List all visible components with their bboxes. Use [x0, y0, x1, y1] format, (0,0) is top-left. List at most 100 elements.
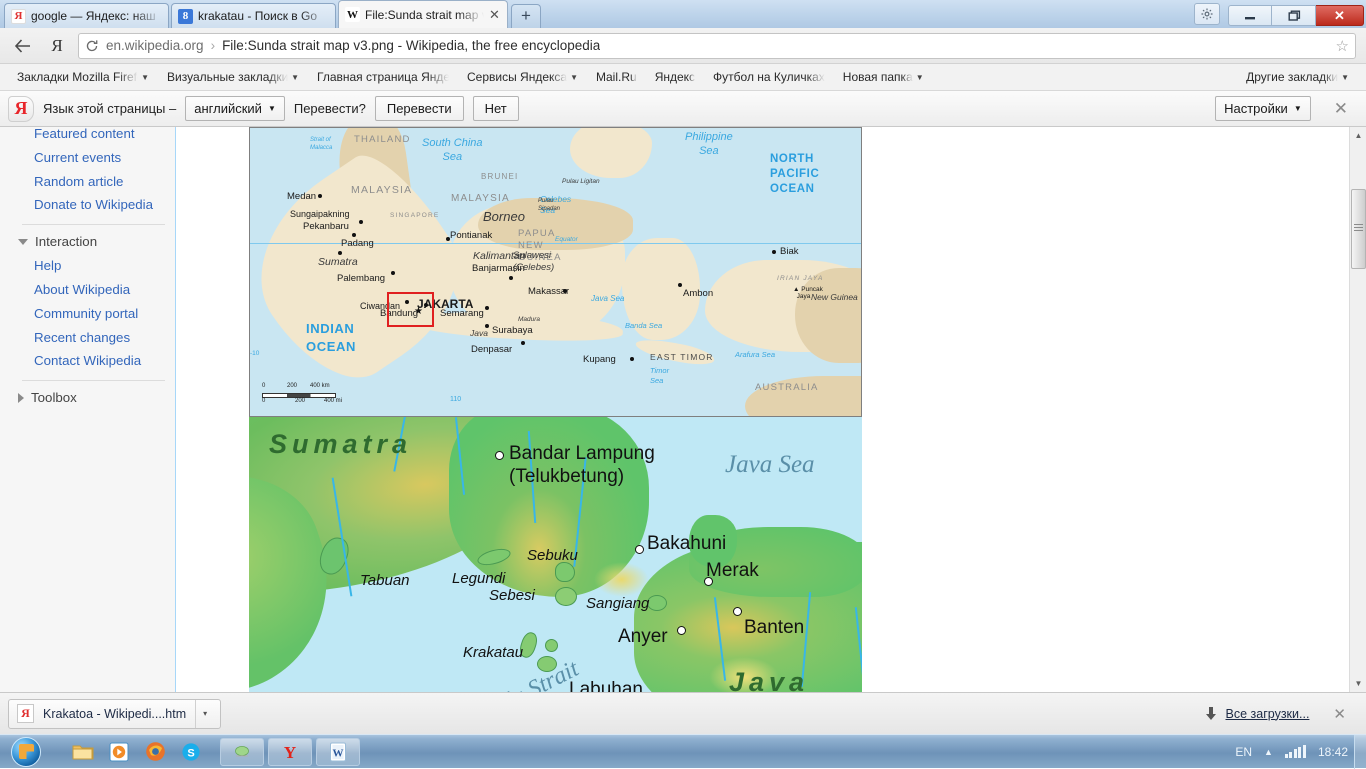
chevron-down-icon: ▼: [570, 72, 578, 82]
city-label-puncak-jaya: ▲ Puncak Jaya: [793, 286, 823, 300]
bookmark-item[interactable]: Главная страница Яндекса: [308, 67, 458, 87]
scale-bar: 0 200 400 km 0 200 400 mi: [262, 383, 343, 404]
vertical-scrollbar[interactable]: ▲ ▼: [1349, 127, 1366, 692]
paint-window-icon[interactable]: [220, 737, 264, 766]
browser-tab-bar: Я google — Яндекс: наш 8 krakatau - Поис…: [0, 0, 1366, 28]
sea-label-arafura-sea: Arafura Sea: [735, 350, 776, 359]
translate-notification-bar: Я Язык этой страницы – английский ▼ Пере…: [0, 91, 1366, 127]
sidebar-divider: [22, 380, 165, 382]
sea-label-south-china-sea: South China Sea: [422, 137, 483, 163]
city-label-merak: Merak: [706, 560, 759, 581]
sidebar-item-contact-wikipedia[interactable]: Contact Wikipedia: [12, 349, 175, 373]
wikipedia-sidebar: Featured content Current events Random a…: [0, 127, 176, 692]
grid-label-10: -10: [250, 350, 260, 357]
explorer-icon[interactable]: [70, 739, 96, 765]
bookmark-label: Mail.Ru: [596, 70, 637, 84]
gear-icon[interactable]: [1194, 3, 1220, 25]
sidebar-item-community-portal[interactable]: Community portal: [12, 302, 175, 326]
svg-text:Y: Y: [284, 743, 296, 762]
download-item-label: Krakatoa - Wikipedi....htm: [43, 706, 187, 721]
chevron-up-icon[interactable]: ▲: [1264, 747, 1273, 757]
close-icon[interactable]: ✕: [489, 8, 501, 21]
bookmark-label: Главная страница Яндекса: [317, 70, 449, 84]
page-title: File:Sunda strait map v3.png - Wikipedia…: [222, 38, 601, 53]
other-bookmarks-button[interactable]: Другие закладки ▼: [1237, 67, 1358, 87]
bookmark-item[interactable]: Яндекс: [646, 67, 704, 87]
city-label-banjarmasin: Banjarmasin: [472, 263, 525, 274]
language-select[interactable]: английский ▼: [185, 96, 285, 121]
city-label-palembang: Palembang: [337, 273, 386, 284]
island-label-tabuan: Tabuan: [360, 572, 410, 589]
city-label-ambon: Ambon: [683, 288, 714, 299]
close-icon[interactable]: ✕: [1317, 705, 1358, 723]
minimize-button[interactable]: [1228, 5, 1272, 26]
scroll-up-arrow[interactable]: ▲: [1350, 127, 1366, 144]
skype-icon[interactable]: S: [178, 739, 204, 765]
sidebar-item-about-wikipedia[interactable]: About Wikipedia: [12, 278, 175, 302]
bookmark-item[interactable]: Mail.Ru: [587, 67, 646, 87]
star-icon[interactable]: ☆: [1336, 37, 1349, 55]
reload-icon[interactable]: [85, 39, 99, 53]
sidebar-item-help[interactable]: Help: [12, 254, 175, 278]
bookmark-item[interactable]: Закладки Mozilla Firefox ▼: [8, 67, 158, 87]
island-label-legundi: Legundi: [452, 570, 506, 587]
sea-label-timor-sea: Timor Sea: [650, 366, 670, 385]
city-dot-padang: [338, 251, 342, 255]
all-downloads-link[interactable]: Все загрузки...: [1204, 706, 1309, 722]
sidebar-divider: [22, 224, 165, 226]
chevron-down-icon: ▼: [141, 72, 149, 82]
bookmark-item[interactable]: Сервисы Яндекса ▼: [458, 67, 587, 87]
svg-text:W: W: [333, 747, 344, 759]
island-label-pulau-ligitan: Pulau Ligitan: [562, 178, 600, 185]
browser-tab-3-active[interactable]: W File:Sunda strait map v ✕: [338, 0, 508, 28]
sidebar-section-toolbox[interactable]: Toolbox: [12, 386, 175, 410]
download-item[interactable]: Я Krakatoa - Wikipedi....htm ▾: [8, 698, 222, 729]
island-label-java: Java: [470, 328, 488, 338]
island-sangiang: [647, 595, 667, 611]
yandex-logo-icon[interactable]: Я: [46, 35, 68, 57]
sidebar-item-donate[interactable]: Donate to Wikipedia: [12, 193, 175, 217]
map-main-sunda-strait: Sumatra Java Java Sea Sunda Strait Banda…: [249, 417, 862, 692]
start-button[interactable]: [2, 736, 50, 768]
city-label-semarang: Semarang: [440, 308, 484, 319]
yandex-browser-window-icon[interactable]: Y: [268, 737, 312, 766]
sidebar-item-featured-content[interactable]: Featured content: [12, 127, 175, 146]
ocean-label-north-pacific: NORTH PACIFIC OCEAN: [770, 153, 820, 195]
back-arrow-icon[interactable]: [10, 33, 36, 59]
word-window-icon[interactable]: W: [316, 737, 360, 766]
sidebar-item-random-article[interactable]: Random article: [12, 170, 175, 194]
close-icon[interactable]: ✕: [1320, 99, 1358, 119]
sidebar-item-recent-changes[interactable]: Recent changes: [12, 326, 175, 350]
close-button[interactable]: ✕: [1316, 5, 1364, 26]
bookmark-item[interactable]: Футбол на Куличках: [704, 67, 834, 87]
taskbar-pinned-icons: S: [70, 739, 204, 765]
translate-button[interactable]: Перевести: [374, 96, 464, 121]
sidebar-item-current-events[interactable]: Current events: [12, 146, 175, 170]
yandex-icon: Я: [11, 8, 26, 24]
scroll-down-arrow[interactable]: ▼: [1350, 675, 1366, 692]
bookmark-label: Закладки Mozilla Firefox: [17, 70, 139, 84]
bookmark-item[interactable]: Новая папка ▼: [834, 67, 933, 87]
firefox-icon[interactable]: [142, 739, 168, 765]
signal-bars-icon[interactable]: [1284, 745, 1306, 758]
translate-settings-button[interactable]: Настройки ▼: [1215, 96, 1311, 121]
bookmark-item[interactable]: Визуальные закладки ▼: [158, 67, 308, 87]
language-indicator[interactable]: EN: [1235, 745, 1252, 759]
map-image-container[interactable]: THAILAND MALAYSIA BRUNEI MALAYSIA SINGAP…: [249, 127, 862, 692]
show-desktop-button[interactable]: [1354, 734, 1366, 769]
chevron-down-icon: ▼: [915, 72, 924, 82]
maximize-button[interactable]: [1272, 5, 1316, 26]
download-item-menu-button[interactable]: ▾: [195, 699, 214, 728]
city-label-anyer: Anyer: [618, 626, 668, 647]
clock[interactable]: 18:42: [1318, 745, 1348, 759]
address-bar[interactable]: en.wikipedia.org › File:Sunda strait map…: [78, 32, 1356, 59]
browser-tab-2[interactable]: 8 krakatau - Поиск в Go: [171, 3, 336, 28]
city-label-labuhan: Labuhan: [569, 679, 643, 692]
sidebar-section-interaction[interactable]: Interaction: [12, 230, 175, 254]
island-label-sangiang: Sangiang: [586, 595, 650, 612]
browser-tab-1[interactable]: Я google — Яндекс: наш: [4, 3, 169, 28]
new-tab-button[interactable]: +: [511, 4, 541, 28]
system-tray: EN ▲ 18:42: [1235, 745, 1354, 759]
decline-translate-button[interactable]: Нет: [472, 96, 519, 121]
media-player-icon[interactable]: [106, 739, 132, 765]
